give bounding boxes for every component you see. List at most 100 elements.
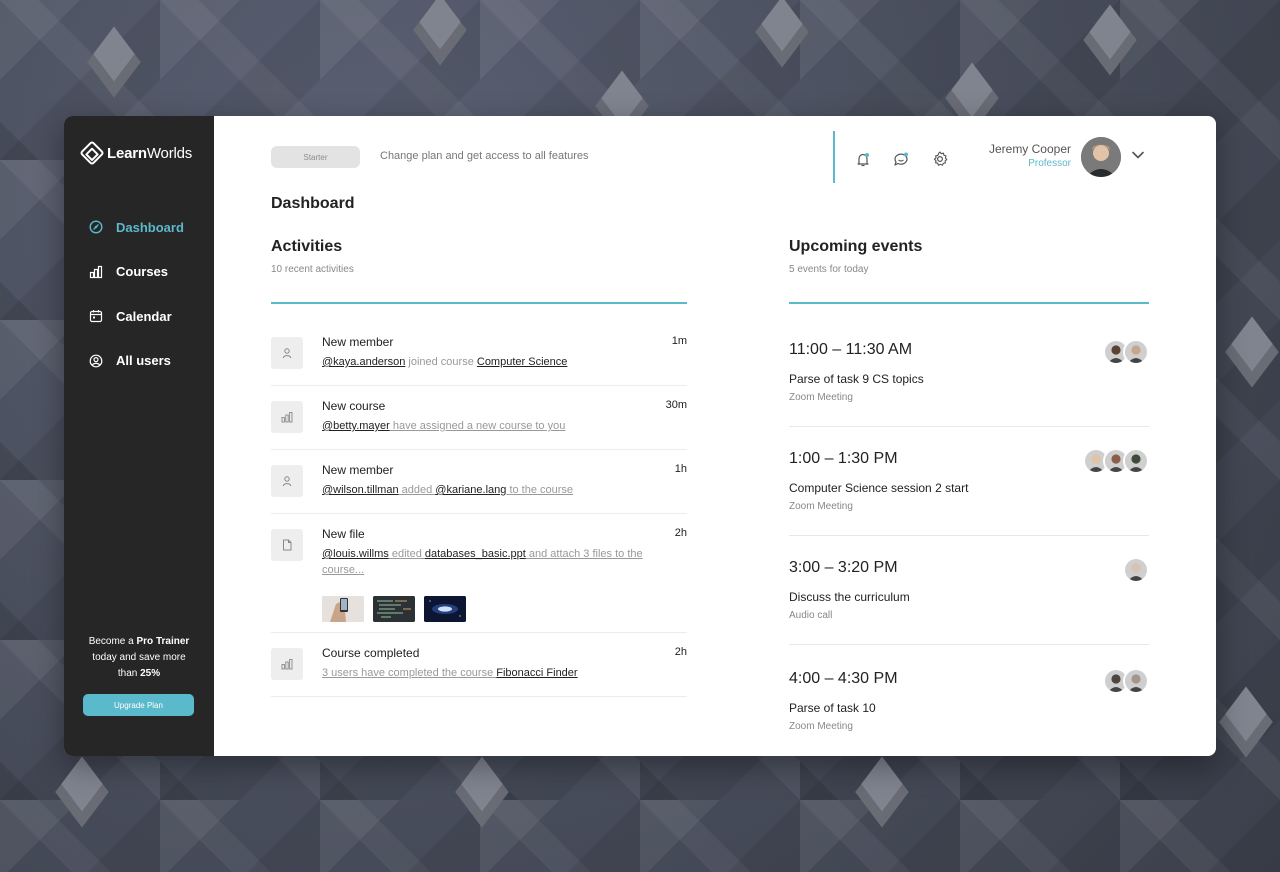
activity-item[interactable]: New member 1m @kaya.anderson joined cour…: [271, 330, 687, 386]
event-attendees: [1083, 448, 1149, 474]
page-title: Dashboard: [271, 195, 355, 212]
background-cube: [1083, 4, 1137, 76]
sidebar-item-label: Calendar: [116, 308, 172, 324]
event-attendees: [1103, 668, 1149, 694]
promo-line: Become a: [88, 636, 137, 647]
background-cube: [1225, 316, 1279, 388]
events-title: Upcoming events: [789, 238, 923, 255]
activity-text: 3 users have completed the course: [322, 667, 497, 679]
activity-item[interactable]: Course completed 2h 3 users have complet…: [271, 641, 687, 697]
events-underline: [789, 302, 1149, 304]
background-cube: [87, 26, 141, 98]
event-time: 4:00 – 4:30 PM: [789, 670, 898, 687]
activity-title: New member: [322, 335, 394, 349]
attachment-thumbnail-phone[interactable]: [322, 596, 364, 622]
promo-discount: 25%: [140, 668, 161, 679]
activity-description: @louis.willms edited databases_basic.ppt…: [322, 546, 652, 578]
activity-link[interactable]: Fibonacci Finder: [496, 667, 577, 679]
activity-text: joined course: [405, 356, 477, 368]
activity-text: edited: [388, 548, 425, 560]
event-type: Audio call: [789, 610, 833, 621]
activity-link[interactable]: @louis.willms: [322, 548, 389, 560]
event-type: Zoom Meeting: [789, 721, 853, 732]
plan-note: Change plan and get access to all featur…: [380, 150, 589, 162]
event-item[interactable]: 11:00 – 11:30 AM Parse of task 9 CS topi…: [789, 339, 1149, 427]
activity-item[interactable]: New course 30m @betty.mayer have assigne…: [271, 394, 687, 450]
activity-link[interactable]: databases_basic.ppt: [425, 548, 526, 560]
event-item[interactable]: 4:00 – 4:30 PM Parse of task 10 Zoom Mee…: [789, 668, 1149, 756]
background-cube: [413, 0, 467, 66]
plan-badge-button[interactable]: Starter: [271, 146, 360, 168]
attendee-avatar[interactable]: [1123, 339, 1149, 365]
promo-line: today and save more: [92, 652, 186, 663]
settings-gear-icon[interactable]: [930, 149, 950, 169]
event-type: Zoom Meeting: [789, 501, 853, 512]
event-attendees: [1123, 557, 1149, 583]
activity-link[interactable]: @kaya.anderson: [322, 356, 405, 368]
activity-time: 2h: [674, 646, 687, 658]
attendee-avatar[interactable]: [1123, 668, 1149, 694]
activity-text: have assigned a new course to you: [389, 420, 566, 432]
sidebar: LearnWorlds Dashboard Courses Calendar A…: [64, 116, 214, 756]
sidebar-item-courses[interactable]: Courses: [88, 261, 184, 283]
chat-icon[interactable]: [891, 149, 911, 169]
activities-title: Activities: [271, 238, 343, 255]
activity-time: 2h: [674, 527, 687, 539]
event-time: 11:00 – 11:30 AM: [789, 341, 913, 358]
activity-time: 1h: [674, 463, 687, 475]
activity-title: Course completed: [322, 646, 420, 660]
event-item[interactable]: 3:00 – 3:20 PM Discuss the curriculum Au…: [789, 557, 1149, 645]
event-time: 1:00 – 1:30 PM: [789, 450, 898, 467]
sidebar-item-all-users[interactable]: All users: [88, 350, 184, 372]
event-attendees: [1103, 339, 1149, 365]
events-subtitle: 5 events for today: [789, 264, 869, 275]
sidebar-item-label: Dashboard: [116, 219, 184, 235]
attachment-thumbnail-code[interactable]: [373, 596, 415, 622]
activity-text: added: [398, 484, 436, 496]
logo-diamond-icon: [79, 140, 105, 166]
event-item[interactable]: 1:00 – 1:30 PM Computer Science session …: [789, 448, 1149, 536]
activities-underline: [271, 302, 687, 304]
chevron-down-icon[interactable]: [1131, 148, 1145, 162]
brand-name-rest: Worlds: [146, 144, 193, 162]
activity-description: @betty.mayer have assigned a new course …: [322, 418, 652, 434]
activity-time: 1m: [671, 335, 687, 347]
brand-logo[interactable]: LearnWorlds: [79, 140, 193, 166]
bar-chart-icon: [88, 264, 104, 280]
activity-item[interactable]: New file 2h @louis.willms edited databas…: [271, 522, 687, 633]
activity-link[interactable]: @wilson.tillman: [322, 484, 399, 496]
sidebar-item-label: Courses: [116, 264, 169, 280]
background-cube: [55, 756, 109, 828]
topbar-divider: [833, 131, 835, 183]
user-role: Professor: [1028, 158, 1071, 169]
event-time: 3:00 – 3:20 PM: [789, 559, 898, 576]
event-title: Discuss the curriculum: [789, 590, 910, 604]
attendee-avatar[interactable]: [1123, 448, 1149, 474]
activity-title: New member: [322, 463, 394, 477]
activity-text: to the course: [506, 484, 574, 496]
user-avatar[interactable]: [1081, 137, 1121, 177]
notification-bell-icon[interactable]: [853, 149, 873, 169]
activity-description: 3 users have completed the course Fibona…: [322, 665, 652, 681]
sidebar-item-dashboard[interactable]: Dashboard: [88, 216, 184, 238]
upgrade-plan-button[interactable]: Upgrade Plan: [83, 694, 194, 716]
event-type: Zoom Meeting: [789, 392, 853, 403]
activities-subtitle: 10 recent activities: [271, 264, 354, 275]
app-window: LearnWorlds Dashboard Courses Calendar A…: [64, 116, 1216, 756]
activity-title: New course: [322, 399, 386, 413]
promo-highlight: Pro Trainer: [136, 636, 190, 647]
attendee-avatar[interactable]: [1123, 557, 1149, 583]
bar-chart-icon: [271, 401, 303, 433]
file-icon: [271, 529, 303, 561]
activity-description: @kaya.anderson joined course Computer Sc…: [322, 354, 652, 370]
activity-link[interactable]: @betty.mayer: [322, 420, 390, 432]
bar-chart-icon: [271, 648, 303, 680]
activity-link[interactable]: @kariane.lang: [435, 484, 506, 496]
activity-link[interactable]: Computer Science: [477, 356, 568, 368]
attachment-thumbnail-space[interactable]: [424, 596, 466, 622]
event-title: Computer Science session 2 start: [789, 481, 969, 495]
sidebar-item-calendar[interactable]: Calendar: [88, 305, 184, 327]
activity-item[interactable]: New member 1h @wilson.tillman added @kar…: [271, 458, 687, 514]
user-name[interactable]: Jeremy Cooper: [989, 142, 1071, 156]
activity-description: @wilson.tillman added @kariane.lang to t…: [322, 482, 652, 498]
